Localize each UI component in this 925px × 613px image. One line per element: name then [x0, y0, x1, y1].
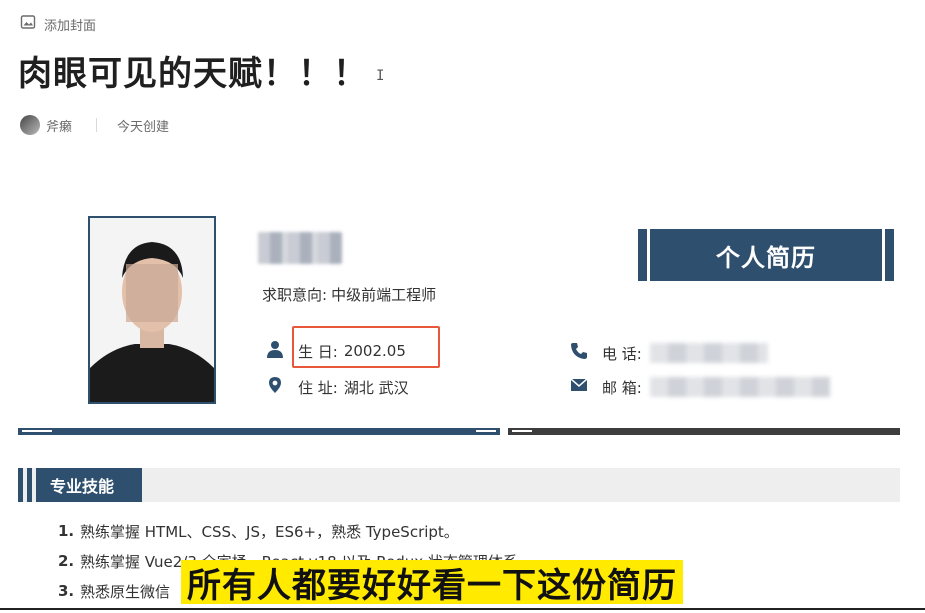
video-subtitle: 所有人都要好好看一下这份简历	[181, 560, 683, 606]
intent-value: 中级前端工程师	[331, 286, 437, 304]
item-text: 熟练掌握 HTML、CSS、JS，ES6+，熟悉 TypeScript。	[80, 522, 459, 541]
address-row: 住 址: 湖北 武汉	[266, 376, 409, 398]
address-value: 湖北 武汉	[343, 378, 409, 397]
created-time: 今天创建	[117, 119, 170, 135]
name-redacted	[258, 232, 342, 264]
section-stripe	[18, 468, 23, 502]
section-bar	[18, 468, 900, 502]
resume-title-banner: 个人简历	[638, 229, 894, 281]
list-item: 1. 熟练掌握 HTML、CSS、JS，ES6+，熟悉 TypeScript。	[58, 516, 518, 546]
phone-row: 电 话:	[570, 342, 768, 364]
item-number: 3.	[58, 582, 75, 600]
highlight-box	[292, 326, 440, 368]
email-label: 邮 箱:	[602, 378, 642, 397]
divider-right	[508, 428, 900, 435]
image-icon	[20, 14, 36, 34]
phone-label: 电 话:	[602, 344, 642, 363]
author-name[interactable]: 斧癞	[46, 116, 72, 135]
divider	[96, 118, 98, 132]
item-text: 熟悉原生微信	[80, 582, 171, 601]
email-redacted	[649, 377, 830, 397]
intent-label: 求职意向:	[262, 286, 328, 304]
job-intent: 求职意向: 中级前端工程师	[262, 284, 436, 305]
add-cover-button[interactable]: 添加封面	[20, 14, 96, 34]
section-stripe	[27, 468, 32, 502]
email-row: 邮 箱:	[570, 376, 830, 398]
section-title: 专业技能	[36, 468, 143, 502]
text-cursor-icon: I	[376, 68, 385, 84]
bottom-border	[0, 608, 925, 610]
divider-left	[18, 428, 500, 435]
mail-icon	[570, 376, 602, 398]
add-cover-label: 添加封面	[44, 18, 97, 34]
address-label: 住 址:	[298, 378, 338, 397]
resume-image: 求职意向: 中级前端工程师 个人简历 生 日: 2002.05 住 址: 湖北 …	[0, 200, 925, 613]
profile-photo	[88, 216, 216, 404]
item-number: 1.	[58, 522, 75, 540]
avatar[interactable]	[20, 115, 40, 135]
page-meta: 斧癞 今天创建	[20, 115, 169, 135]
item-number: 2.	[58, 552, 75, 570]
phone-redacted	[649, 343, 768, 363]
page-title[interactable]: 肉眼可见的天赋！！！	[18, 46, 368, 95]
location-icon	[266, 376, 298, 398]
phone-icon	[570, 342, 602, 364]
skills-section-header: 专业技能	[18, 468, 143, 502]
